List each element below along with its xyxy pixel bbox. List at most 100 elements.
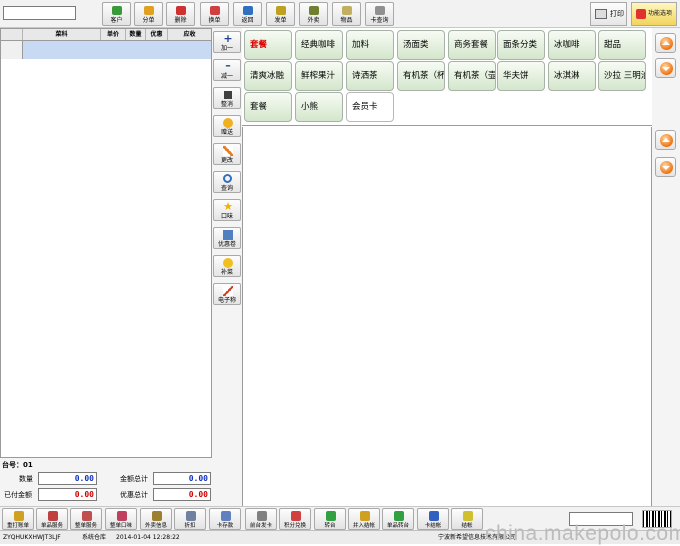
category-business-meal[interactable]: 商务套餐 <box>448 30 496 60</box>
merge-checkout-button[interactable]: 并入结帐 <box>348 508 380 530</box>
discount-label: 优惠总计 <box>120 491 148 499</box>
category-noodles[interactable]: 面条分类 <box>497 30 545 60</box>
order-summary: 台号：01 数量 0.00 金额总计 0.00 已付金额 0.00 优惠总计 0… <box>0 458 212 506</box>
scale-icon <box>223 286 233 296</box>
status-datetime: 2014-01-04 12:28:22 <box>116 534 180 541</box>
paid-label: 已付金额 <box>4 491 32 499</box>
category-waffle[interactable]: 华夫饼 <box>497 61 545 91</box>
discount-icon <box>186 511 196 521</box>
card-deposit-label: 卡存款 <box>216 523 234 529</box>
coupon-button[interactable]: 优惠卷 <box>213 227 241 249</box>
points-exchange-label: 积分兑换 <box>283 523 306 529</box>
minus-one-button[interactable]: – 减一 <box>213 59 241 81</box>
col-qty[interactable]: 数量 <box>126 29 146 40</box>
checkout-button[interactable]: 结帐 <box>451 508 483 530</box>
items-page-up-button[interactable] <box>655 130 676 150</box>
order-service-button[interactable]: 整单服务 <box>70 508 102 530</box>
takeaway-button[interactable]: 外卖 <box>299 2 328 26</box>
edit-label: 更改 <box>220 157 233 164</box>
items-page-down-button[interactable] <box>655 157 676 177</box>
card-checkout-button[interactable]: 卡结帐 <box>417 508 449 530</box>
function-icon <box>636 9 646 19</box>
category-classic-coffee[interactable]: 经典咖啡 <box>295 30 343 60</box>
category-salad-sandwich[interactable]: 沙拉 三明治 <box>598 61 646 91</box>
issue-card-button[interactable]: 前台发卡 <box>245 508 277 530</box>
category-bear[interactable]: 小熊 <box>295 92 343 122</box>
card-query-button[interactable]: 卡查询 <box>365 2 394 26</box>
add-dish-button[interactable]: 补菜 <box>213 255 241 277</box>
edit-button[interactable]: 更改 <box>213 143 241 165</box>
category-page-up-button[interactable] <box>655 33 676 53</box>
menu-items-area[interactable] <box>242 127 652 507</box>
table-search-input[interactable] <box>3 6 76 20</box>
swap-bill-icon <box>210 6 220 15</box>
add-dish-label: 补菜 <box>220 269 233 276</box>
order-taste-button[interactable]: 整单口味 <box>105 508 137 530</box>
swap-bill-button[interactable]: 换单 <box>200 2 229 26</box>
function-options-button[interactable]: 功能选项 <box>631 2 677 26</box>
selected-row[interactable] <box>23 41 211 59</box>
category-organic-tea-cup[interactable]: 有机茶（杯 <box>397 61 445 91</box>
category-fresh-juice[interactable]: 鲜榨果汁 <box>295 61 343 91</box>
top-toolbar: 客户 分单 删除 换单 返回 发单 外卖 物品 卡查询 打印 功能选项 <box>0 0 680 28</box>
col-price[interactable]: 单价 <box>101 29 126 40</box>
side-action-column: + 加一 – 减一 整消 赠送 更改 查询 ★ 口味 优惠卷 补菜 电子称 <box>212 28 242 508</box>
category-iced-coffee[interactable]: 冰咖啡 <box>548 30 596 60</box>
send-order-button[interactable]: 发单 <box>266 2 295 26</box>
order-grid[interactable]: 菜科 单价 数量 优惠 应收 <box>0 28 212 458</box>
category-iced-drinks[interactable]: 清爽冰融 <box>244 61 292 91</box>
category-set-meal[interactable]: 套餐 <box>244 30 292 60</box>
category-set-meal-2[interactable]: 套餐 <box>244 92 292 122</box>
split-bill-button[interactable]: 分单 <box>134 2 163 26</box>
down-arrow-icon <box>660 62 673 75</box>
transfer-table-button[interactable]: 转台 <box>314 508 346 530</box>
card-query-icon <box>375 6 385 15</box>
delete-button[interactable]: 删除 <box>166 2 195 26</box>
card-checkout-label: 卡结帐 <box>424 523 442 529</box>
return-button-label: 返回 <box>241 17 254 24</box>
item-service-button[interactable]: 单品服务 <box>36 508 68 530</box>
cancel-all-button[interactable]: 整消 <box>213 87 241 109</box>
minus-one-label: 减一 <box>220 73 233 80</box>
takeaway-info-icon <box>152 511 162 521</box>
add-one-button[interactable]: + 加一 <box>213 31 241 53</box>
category-ice-cream[interactable]: 冰淇淋 <box>548 61 596 91</box>
category-tea[interactable]: 诗洒茶 <box>346 61 394 91</box>
taste-button[interactable]: ★ 口味 <box>213 199 241 221</box>
printer-icon <box>595 9 607 19</box>
delete-icon <box>176 6 186 15</box>
customer-button[interactable]: 客户 <box>102 2 131 26</box>
customer-icon <box>112 6 122 15</box>
item-service-icon <box>48 511 58 521</box>
category-member-card[interactable]: 会员卡 <box>346 92 394 122</box>
item-transfer-button[interactable]: 单品转台 <box>382 508 414 530</box>
category-soup-noodles[interactable]: 汤面类 <box>397 30 445 60</box>
discount-button[interactable]: 折扣 <box>174 508 206 530</box>
order-service-icon <box>82 511 92 521</box>
category-organic-tea-pot[interactable]: 有机茶（壶 <box>448 61 496 91</box>
goods-button[interactable]: 物品 <box>332 2 361 26</box>
card-deposit-button[interactable]: 卡存款 <box>209 508 241 530</box>
gift-icon <box>223 118 233 128</box>
col-dish[interactable]: 菜科 <box>23 29 101 40</box>
scale-button[interactable]: 电子称 <box>213 283 241 305</box>
col-discount[interactable]: 优惠 <box>146 29 168 40</box>
scale-label: 电子称 <box>217 297 236 304</box>
discount-label-btn: 折扣 <box>184 523 196 529</box>
reprint-bill-button[interactable]: 重打账单 <box>2 508 34 530</box>
category-page-down-button[interactable] <box>655 58 676 78</box>
points-exchange-button[interactable]: 积分兑换 <box>279 508 311 530</box>
category-toppings[interactable]: 加料 <box>346 30 394 60</box>
col-receivable[interactable]: 应收 <box>168 29 211 40</box>
table-number: 台号：01 <box>2 461 33 469</box>
table-row[interactable] <box>1 41 211 59</box>
goods-icon <box>342 6 352 15</box>
print-button[interactable]: 打印 <box>590 2 627 26</box>
takeaway-button-label: 外卖 <box>307 17 320 24</box>
query-button[interactable]: 查询 <box>213 171 241 193</box>
gift-button[interactable]: 赠送 <box>213 115 241 137</box>
row-header[interactable] <box>1 41 23 59</box>
takeaway-info-button[interactable]: 外卖信息 <box>140 508 172 530</box>
return-button[interactable]: 返回 <box>233 2 262 26</box>
category-dessert[interactable]: 甜品 <box>598 30 646 60</box>
